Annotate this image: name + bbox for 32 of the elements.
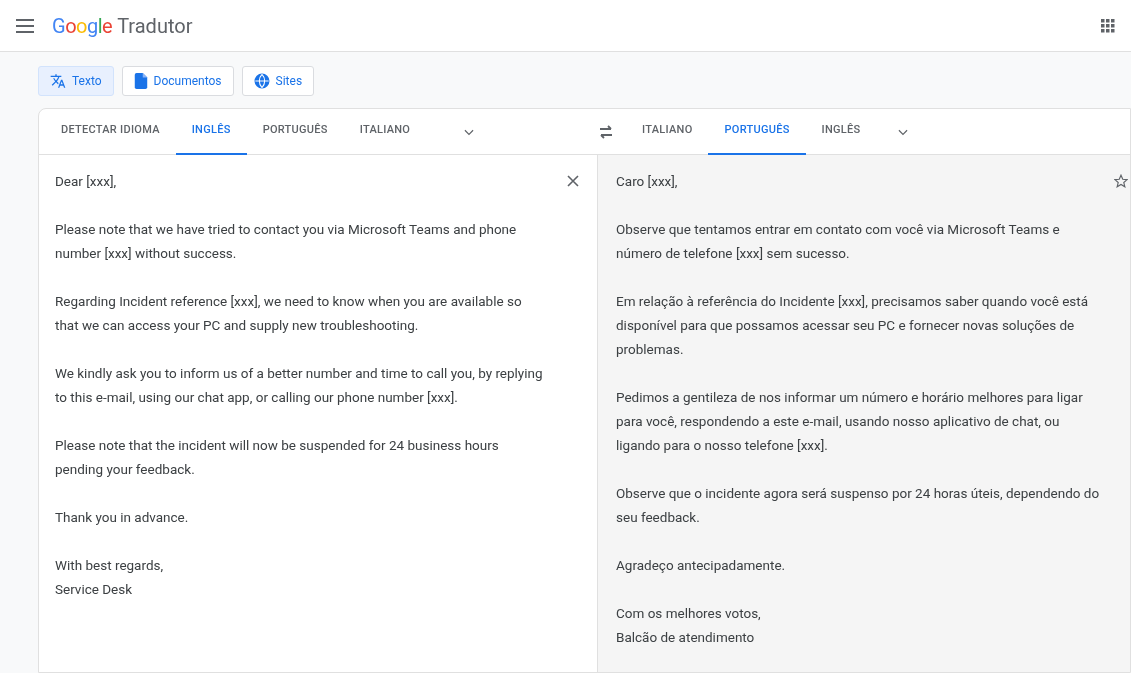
menu-icon[interactable] bbox=[16, 18, 34, 33]
source-paragraph: With best regards, Service Desk bbox=[55, 556, 165, 599]
translated-paragraph: Com os melhores votos, Balcão de atendimento bbox=[616, 604, 762, 647]
language-tab[interactable]: ITALIANO bbox=[343, 108, 427, 155]
app-title: Tradutor bbox=[117, 12, 193, 40]
mode-button[interactable]: Sites bbox=[241, 66, 315, 96]
translated-paragraph: Caro [xxx], bbox=[616, 172, 679, 191]
translated-paragraph: Em relação à referência do Incidente [xxx], precisamos saber quando você está disponível para que possamos acessar seu PC e fornecer novas soluções de problemas. bbox=[616, 292, 1090, 359]
mode-button[interactable]: Texto bbox=[38, 66, 114, 96]
source-paragraph: Please note that we have tried to contact you via Microsoft Teams and phone number [xxx] without success. bbox=[55, 220, 518, 263]
mode-button[interactable]: Documentos bbox=[121, 66, 234, 96]
language-tab[interactable]: ITALIANO bbox=[626, 108, 709, 155]
language-tab[interactable]: DETECTAR IDIOMA bbox=[45, 108, 176, 155]
apps-grid-icon[interactable] bbox=[1101, 18, 1115, 33]
globe-icon bbox=[253, 73, 270, 89]
google-logo: Google bbox=[52, 12, 113, 40]
star-icon[interactable] bbox=[1114, 174, 1128, 188]
source-paragraph: We kindly ask you to inform us of a better number and time to call you, by replying to this e-mail, using our chat app, or calling our phone number [xxx]. bbox=[55, 364, 544, 407]
translated-paragraph: Agradeço antecipadamente. bbox=[616, 556, 787, 575]
source-paragraph: Regarding Incident reference [xxx], we need to know when you are available so that we can access your PC and supply new troubleshooting. bbox=[55, 292, 523, 335]
translated-paragraph: Observe que tentamos entrar em contato com você via Microsoft Teams e número de telefone [xxx] sem sucesso. bbox=[616, 220, 1061, 263]
swap-icon[interactable] bbox=[598, 124, 614, 139]
source-paragraph: Dear [xxx], bbox=[55, 172, 118, 191]
translate-icon bbox=[50, 73, 66, 89]
source-paragraph: Please note that the incident will now be suspended for 24 business hours pending your feedback. bbox=[55, 436, 500, 479]
document-icon bbox=[133, 73, 148, 89]
translated-paragraph: Observe que o incidente agora será suspenso por 24 horas úteis, dependendo do seu feedback. bbox=[616, 484, 1100, 527]
language-tab[interactable]: INGLÊS bbox=[805, 108, 877, 155]
source-paragraph: Thank you in advance. bbox=[55, 508, 190, 527]
language-tab[interactable]: PORTUGUÊS bbox=[246, 108, 344, 155]
translated-paragraph: Pedimos a gentileza de nos informar um número e horário melhores para ligar para você, respondendo a este e-mail, usando nosso aplicativo de chat, ou ligando para o nosso telefone [xxx]. bbox=[616, 388, 1084, 455]
close-icon[interactable] bbox=[567, 175, 579, 187]
